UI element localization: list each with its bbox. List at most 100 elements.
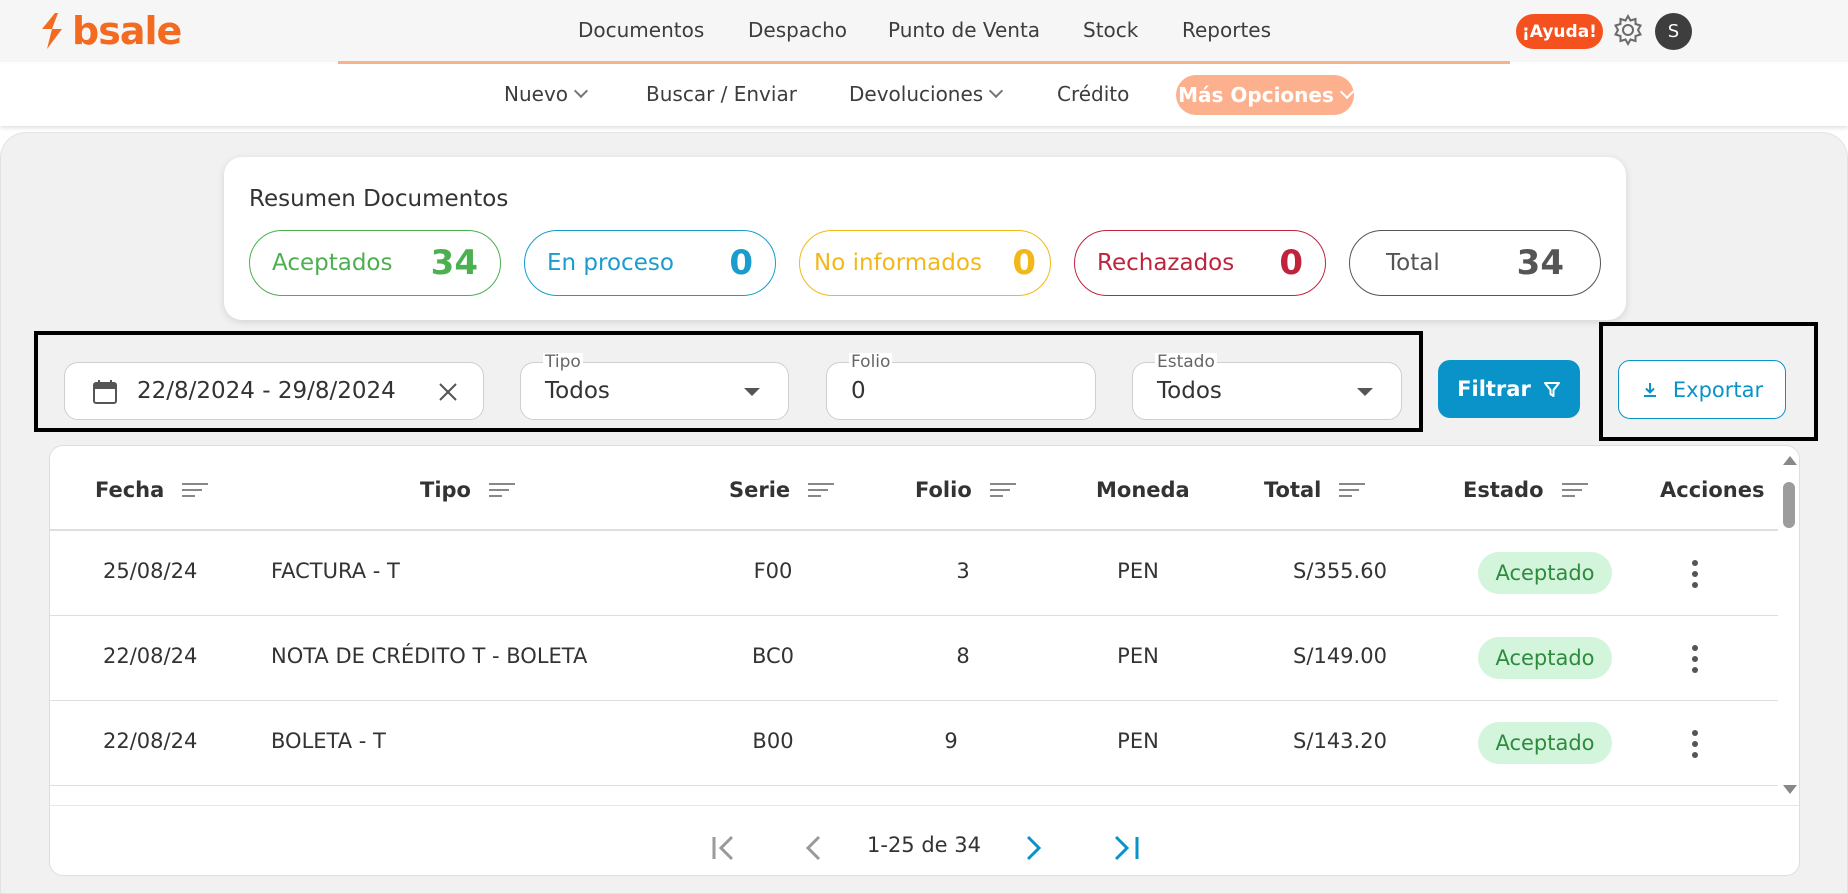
tipo-value: Todos — [545, 378, 610, 404]
subnav-buscar-enviar-label: Buscar / Enviar — [646, 82, 797, 106]
subnav-nuevo[interactable]: Nuevo — [504, 82, 589, 106]
previous-page-icon[interactable] — [798, 833, 832, 863]
dropdown-caret-icon — [744, 388, 760, 396]
table-row-partial — [50, 785, 1778, 805]
nav-despacho[interactable]: Despacho — [748, 18, 847, 42]
download-icon — [1643, 382, 1656, 397]
nav-documentos[interactable]: Documentos — [578, 18, 704, 42]
more-actions-icon[interactable] — [1688, 727, 1702, 761]
column-header-label: Acciones — [1660, 478, 1765, 502]
scroll-up-icon[interactable] — [1783, 456, 1797, 465]
pill-count: 34 — [1516, 243, 1564, 283]
last-page-icon[interactable] — [1110, 833, 1144, 863]
date-range-value: 22/8/2024 - 29/8/2024 — [137, 378, 396, 404]
subnav-devoluciones[interactable]: Devoluciones — [849, 82, 1004, 106]
subnav-credito-label: Crédito — [1057, 82, 1130, 106]
column-header-moneda: Moneda — [1096, 478, 1190, 502]
folio-input[interactable]: Folio 0 — [826, 353, 1096, 420]
more-options-button[interactable]: Más Opciones — [1176, 75, 1354, 115]
pill-label: Total — [1386, 250, 1440, 276]
cell-moneda: PEN — [1117, 644, 1159, 668]
status-badge: Aceptado — [1478, 637, 1612, 679]
filter-button[interactable]: Filtrar — [1438, 360, 1580, 418]
cell-total: S/143.20 — [1293, 729, 1387, 753]
column-header-serie[interactable]: Serie — [729, 478, 835, 502]
sort-icon[interactable] — [1339, 483, 1366, 497]
cell-serie: F00 — [753, 559, 793, 583]
column-header-total[interactable]: Total — [1264, 478, 1366, 502]
first-page-icon[interactable] — [708, 833, 742, 863]
column-header-label: Estado — [1463, 478, 1544, 502]
column-header-label: Total — [1264, 478, 1322, 502]
cell-folio: 8 — [956, 644, 970, 668]
pill-en-proceso[interactable]: En proceso 0 — [524, 230, 776, 296]
sort-icon[interactable] — [808, 483, 835, 497]
pagination: 1-25 de 34 — [50, 829, 1799, 865]
column-header-fecha[interactable]: Fecha — [95, 478, 209, 502]
dropdown-caret-icon — [1357, 388, 1373, 396]
folio-label: Folio — [849, 352, 893, 372]
more-actions-icon[interactable] — [1688, 642, 1702, 676]
pill-count: 0 — [1012, 243, 1036, 283]
subnav-devoluciones-label: Devoluciones — [849, 82, 984, 106]
column-header-label: Serie — [729, 478, 791, 502]
sort-icon[interactable] — [989, 483, 1016, 497]
subnav-buscar-enviar[interactable]: Buscar / Enviar — [646, 82, 797, 106]
cell-tipo: FACTURA - T — [271, 559, 400, 583]
help-button[interactable]: ¡Ayuda! — [1516, 14, 1603, 49]
pill-no-informados[interactable]: No informados 0 — [799, 230, 1051, 296]
cell-total: S/355.60 — [1293, 559, 1387, 583]
clear-icon[interactable] — [437, 381, 459, 403]
scrollbar-thumb[interactable] — [1783, 482, 1795, 528]
cell-moneda: PEN — [1117, 559, 1159, 583]
scroll-down-icon[interactable] — [1783, 785, 1797, 794]
pill-label: No informados — [814, 250, 982, 276]
cell-folio: 9 — [944, 729, 958, 753]
table-row[interactable]: 22/08/24 BOLETA - T B00 9 PEN S/143.20 A… — [50, 700, 1778, 785]
nav-stock[interactable]: Stock — [1083, 18, 1138, 42]
nav-reportes[interactable]: Reportes — [1182, 18, 1271, 42]
table-row[interactable]: 22/08/24 NOTA DE CRÉDITO T - BOLETA BC0 … — [50, 615, 1778, 700]
column-header-tipo[interactable]: Tipo — [420, 478, 515, 502]
table-row[interactable]: 25/08/24 FACTURA - T F00 3 PEN S/355.60 … — [50, 530, 1778, 615]
user-avatar[interactable]: S — [1655, 13, 1692, 50]
cell-moneda: PEN — [1117, 729, 1159, 753]
estado-select[interactable]: Estado Todos — [1132, 353, 1402, 420]
column-header-estado[interactable]: Estado — [1463, 478, 1588, 502]
tipo-select[interactable]: Tipo Todos — [520, 353, 789, 420]
pill-total[interactable]: Total 34 — [1349, 230, 1601, 296]
cell-fecha: 22/08/24 — [103, 729, 198, 753]
pill-aceptados[interactable]: Aceptados 34 — [249, 230, 501, 296]
column-header-label: Moneda — [1096, 478, 1190, 502]
subnav-nuevo-label: Nuevo — [504, 82, 569, 106]
more-actions-icon[interactable] — [1688, 557, 1702, 591]
pill-label: En proceso — [547, 250, 674, 276]
pill-label: Rechazados — [1097, 250, 1235, 276]
cell-fecha: 25/08/24 — [103, 559, 198, 583]
gear-icon[interactable] — [1610, 12, 1646, 48]
calendar-icon — [93, 380, 117, 404]
column-header-folio[interactable]: Folio — [915, 478, 1016, 502]
pill-rechazados[interactable]: Rechazados 0 — [1074, 230, 1326, 296]
top-bar: bsale Documentos Despacho Punto de Venta… — [0, 0, 1848, 62]
chevron-down-icon — [989, 83, 1004, 99]
sort-icon[interactable] — [182, 483, 209, 497]
sort-icon[interactable] — [1561, 483, 1588, 497]
date-range-field[interactable]: 22/8/2024 - 29/8/2024 — [64, 362, 484, 420]
summary-title: Resumen Documentos — [249, 186, 509, 212]
cell-fecha: 22/08/24 — [103, 644, 198, 668]
cell-tipo: BOLETA - T — [271, 729, 386, 753]
subnav-credito[interactable]: Crédito — [1057, 82, 1129, 106]
export-button-label: Exportar — [1672, 377, 1764, 402]
pager-divider — [50, 805, 1799, 806]
column-header-acciones: Acciones — [1660, 478, 1764, 502]
pill-label: Aceptados — [272, 250, 393, 276]
nav-punto-de-venta[interactable]: Punto de Venta — [888, 18, 1040, 42]
table-scrollbar[interactable] — [1779, 454, 1799, 796]
cell-serie: B00 — [752, 729, 794, 753]
next-page-icon[interactable] — [1016, 833, 1050, 863]
cell-total: S/149.00 — [1293, 644, 1387, 668]
sort-icon[interactable] — [488, 483, 515, 497]
brand-logo[interactable]: bsale — [38, 10, 182, 52]
export-button[interactable]: Exportar — [1618, 360, 1786, 419]
